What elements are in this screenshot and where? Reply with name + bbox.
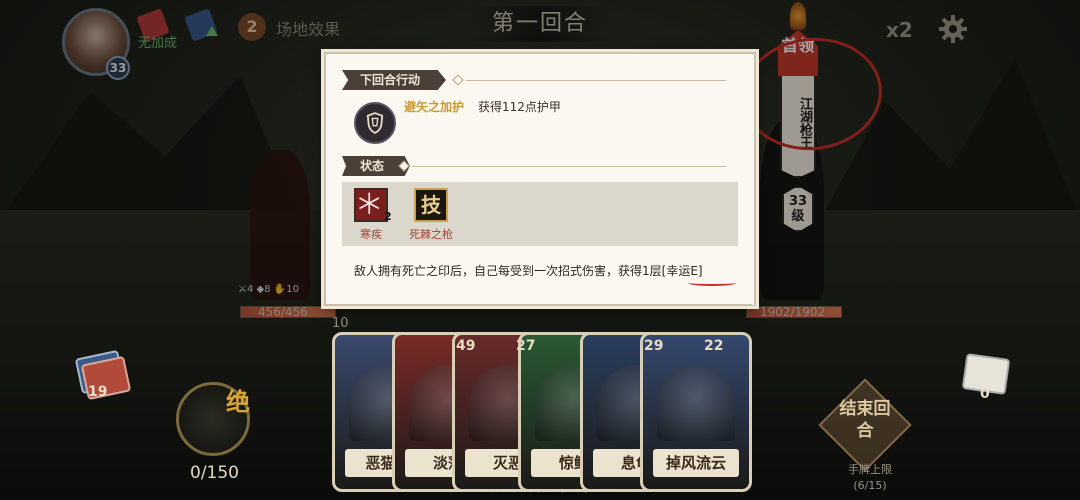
hand-limit: 手牌上限 (6/15) bbox=[848, 463, 892, 492]
action-name: 避矢之加护 bbox=[404, 100, 465, 114]
card-cost: 22 bbox=[704, 338, 724, 354]
divider-line bbox=[466, 80, 726, 81]
hand-card[interactable]: 掉风流云 bbox=[640, 332, 752, 492]
ultimate-icon: 绝 bbox=[226, 388, 250, 416]
discard-pile-count: 0 bbox=[980, 386, 990, 402]
annotation-underline bbox=[688, 280, 736, 286]
card-cost: 29 bbox=[644, 338, 664, 354]
card-art bbox=[657, 365, 735, 441]
skill-icon[interactable]: 技 bbox=[414, 188, 448, 222]
shield-icon bbox=[366, 112, 384, 134]
skill-glyph: 技 bbox=[421, 193, 441, 217]
status-panel: 2 寒疾 技 死棘之枪 bbox=[342, 182, 738, 246]
enemy-info-popup[interactable]: 下回合行动 避矢之加护 获得112点护甲 状态 2 寒疾 技 死棘之枪 敌人拥有… bbox=[324, 52, 756, 306]
effect-description: 敌人拥有死亡之印后，自己每受到一次招式伤害，获得1层[幸运E] bbox=[354, 264, 703, 278]
energy-counter: 0/150 bbox=[190, 463, 239, 483]
divider-diamond bbox=[452, 74, 464, 86]
status-label: 死棘之枪 bbox=[409, 228, 453, 241]
next-action-header: 下回合行动 bbox=[342, 70, 447, 90]
shield-action-icon[interactable] bbox=[354, 102, 396, 144]
end-turn-label: 结束回合 bbox=[839, 399, 891, 441]
snowflake-glyph bbox=[359, 192, 380, 214]
card-name: 掉风流云 bbox=[653, 449, 739, 477]
divider-line bbox=[412, 166, 726, 167]
card-cost: 49 bbox=[456, 338, 476, 354]
status-label: 寒疾 bbox=[360, 228, 382, 241]
snowflake-icon[interactable] bbox=[354, 188, 388, 222]
card-cost: 27 bbox=[516, 338, 536, 354]
action-description: 获得112点护甲 bbox=[478, 100, 561, 114]
draw-pile-count: 19 bbox=[88, 384, 108, 400]
status-stack-count: 2 bbox=[384, 210, 392, 223]
